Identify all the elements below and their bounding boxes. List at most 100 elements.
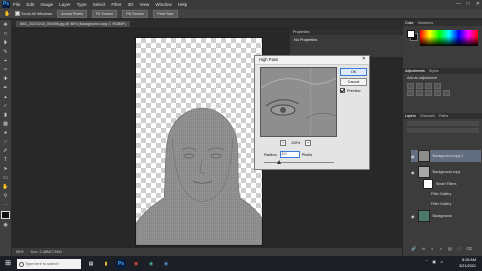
healing-tool-icon[interactable]: ✚: [2, 76, 9, 82]
crop-tool-icon[interactable]: ⌖: [2, 58, 9, 64]
eyedropper-tool-icon[interactable]: ✑: [2, 67, 9, 73]
tab-layers[interactable]: Layers: [405, 113, 416, 119]
path-select-tool-icon[interactable]: ➤: [2, 166, 9, 172]
slider-thumb-icon[interactable]: [277, 160, 281, 164]
menu-layer[interactable]: Layer: [59, 2, 71, 7]
visibility-eye-icon[interactable]: ◉: [411, 154, 415, 159]
adjustment-layer-icon[interactable]: ◑: [440, 246, 442, 251]
menu-window[interactable]: Window: [155, 2, 171, 7]
menu-type[interactable]: Type: [77, 2, 87, 7]
zoom-out-button[interactable]: −: [280, 140, 286, 146]
tab-swatches[interactable]: Swatches: [418, 20, 434, 26]
close-icon[interactable]: ✕: [476, 1, 480, 7]
type-tool-icon[interactable]: T: [2, 157, 9, 163]
brightness-icon[interactable]: [407, 83, 414, 89]
mask-icon[interactable]: ◐: [431, 246, 433, 251]
layer-row[interactable]: ◉ Background: [411, 210, 481, 222]
vibrance-icon[interactable]: [407, 90, 414, 96]
maximize-icon[interactable]: □: [467, 1, 470, 7]
fill-screen-button[interactable]: Fill Screen: [122, 9, 149, 18]
radius-slider[interactable]: [264, 160, 334, 164]
taskbar-clock[interactable]: 8:28 AM 3/21/2021: [459, 257, 476, 269]
stamp-tool-icon[interactable]: ▴: [2, 94, 9, 100]
layer-row[interactable]: ◉ Background copy: [411, 166, 481, 178]
cancel-button[interactable]: Cancel: [340, 78, 367, 86]
menu-view[interactable]: View: [139, 2, 149, 7]
zoom-tool-icon[interactable]: ⚲: [2, 193, 9, 199]
hand-tool-icon[interactable]: ✋: [2, 184, 9, 190]
folder-icon[interactable]: ▤: [448, 246, 452, 251]
menu-filter[interactable]: Filter: [111, 2, 121, 7]
visibility-eye-icon[interactable]: ◉: [411, 170, 415, 175]
quick-mask-icon[interactable]: ◉: [2, 222, 9, 228]
network-icon[interactable]: ▣: [432, 259, 436, 264]
fit-screen-button[interactable]: Fit Screen: [92, 9, 118, 18]
tab-paths[interactable]: Paths: [439, 113, 448, 119]
gradient-tool-icon[interactable]: ▩: [2, 121, 9, 127]
curves-icon[interactable]: [425, 83, 432, 89]
chevron-up-icon[interactable]: ⌃: [425, 259, 428, 264]
chrome-icon[interactable]: ◉: [131, 259, 141, 269]
menu-edit[interactable]: Edit: [26, 2, 34, 7]
move-tool-icon[interactable]: ✥: [2, 22, 9, 28]
zoom-in-button[interactable]: +: [305, 140, 312, 146]
pen-tool-icon[interactable]: ✐: [2, 148, 9, 154]
preview-checkbox[interactable]: Preview: [340, 88, 361, 93]
file-explorer-icon[interactable]: ▮: [101, 259, 111, 269]
tab-color[interactable]: Color: [405, 20, 414, 26]
ok-button[interactable]: OK: [340, 68, 367, 76]
black-white-icon[interactable]: [434, 90, 441, 96]
menu-3d[interactable]: 3D: [128, 2, 134, 7]
scroll-all-windows-checkbox[interactable]: Scroll All Windows: [15, 11, 52, 16]
blend-mode-bar[interactable]: [407, 128, 479, 133]
radius-input[interactable]: 2.0: [279, 151, 300, 158]
document-canvas[interactable]: [135, 37, 263, 246]
eraser-tool-icon[interactable]: ▮: [2, 112, 9, 118]
brush-tool-icon[interactable]: ✒: [2, 85, 9, 91]
close-icon[interactable]: ✕: [362, 56, 366, 62]
filter-row[interactable]: Filter Gallery: [431, 198, 481, 210]
minimize-icon[interactable]: —: [456, 1, 461, 7]
new-layer-icon[interactable]: □: [458, 246, 460, 251]
lasso-tool-icon[interactable]: ❥: [2, 40, 9, 46]
app-icon-2[interactable]: ◉: [161, 259, 171, 269]
color-swatch-icon[interactable]: [1, 211, 10, 219]
actual-pixels-button[interactable]: Actual Pixels: [57, 9, 88, 18]
fx-icon[interactable]: fx: [422, 246, 425, 251]
quick-select-tool-icon[interactable]: ✎: [2, 49, 9, 55]
dodge-tool-icon[interactable]: ○: [2, 139, 9, 145]
marquee-tool-icon[interactable]: □: [2, 31, 9, 37]
app-icon[interactable]: ◉: [146, 259, 156, 269]
menu-image[interactable]: Image: [40, 2, 53, 7]
document-tab[interactable]: IMG_20210218_000496.jpg @ 58% (Backgroun…: [16, 21, 130, 27]
menu-help[interactable]: Help: [178, 2, 187, 7]
foreground-color-swatch[interactable]: [407, 30, 415, 38]
photo-filter-icon[interactable]: [443, 90, 450, 96]
menu-file[interactable]: File: [13, 2, 20, 7]
trash-icon[interactable]: ⌫: [466, 246, 472, 251]
link-icon[interactable]: 🔗: [411, 246, 416, 251]
exposure-icon[interactable]: [434, 83, 441, 89]
visibility-eye-icon[interactable]: ◉: [411, 214, 415, 219]
windows-start-icon[interactable]: ⊞: [2, 258, 14, 270]
menu-select[interactable]: Select: [93, 2, 106, 7]
more-tools-icon[interactable]: ⋯: [2, 202, 9, 208]
layer-filter-bar[interactable]: [407, 121, 479, 126]
history-brush-icon[interactable]: ✓: [2, 103, 9, 109]
tab-channels[interactable]: Channels: [420, 113, 435, 119]
tab-adjustments[interactable]: Adjustments: [405, 68, 425, 74]
photoshop-taskbar-icon[interactable]: Ps: [116, 258, 126, 269]
filter-preview[interactable]: [260, 67, 337, 137]
volume-icon[interactable]: ♬: [440, 259, 444, 264]
levels-icon[interactable]: [416, 83, 423, 89]
hue-saturation-icon[interactable]: [416, 90, 423, 96]
shape-tool-icon[interactable]: ▭: [2, 175, 9, 181]
color-balance-icon[interactable]: [425, 90, 432, 96]
color-spectrum[interactable]: [420, 30, 478, 46]
print-size-button[interactable]: Print Size: [153, 9, 178, 18]
taskbar-search[interactable]: Type here to search: [17, 258, 81, 269]
blur-tool-icon[interactable]: ●: [2, 130, 9, 136]
layer-row[interactable]: ◉ Background copy 2: [411, 150, 481, 162]
task-view-icon[interactable]: ▤: [86, 259, 96, 269]
tab-styles[interactable]: Styles: [429, 68, 439, 74]
